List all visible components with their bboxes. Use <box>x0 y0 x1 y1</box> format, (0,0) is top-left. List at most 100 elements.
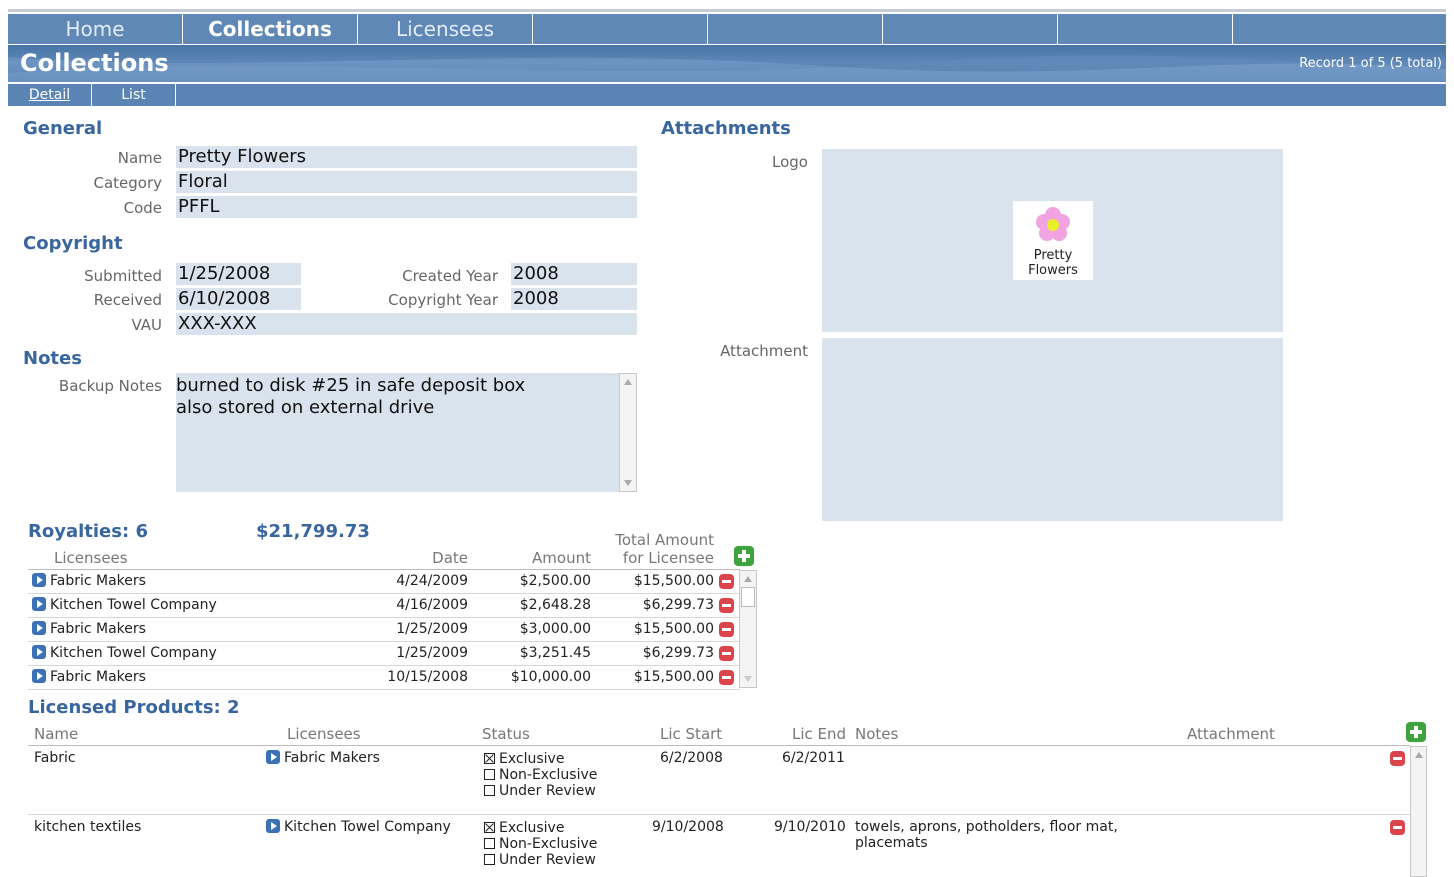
product-licensee-cell[interactable]: Kitchen Towel Company <box>266 819 451 835</box>
delete-royalty-button[interactable] <box>719 598 734 617</box>
notes-scrollbar[interactable] <box>619 373 637 492</box>
royalty-licensee-cell[interactable]: Fabric Makers <box>32 669 146 685</box>
status-non-exclusive[interactable]: Non-Exclusive <box>484 767 597 783</box>
plus-icon <box>734 546 754 566</box>
scroll-thumb[interactable] <box>741 587 755 607</box>
go-to-icon[interactable] <box>32 669 46 683</box>
backup-notes-line-1: burned to disk #25 in safe deposit box <box>176 375 526 396</box>
scroll-down-icon[interactable] <box>624 480 632 486</box>
scroll-down-icon[interactable] <box>744 676 752 682</box>
go-to-icon[interactable] <box>32 597 46 611</box>
page-title: Collections <box>20 49 169 77</box>
delete-royalty-button[interactable] <box>719 646 734 665</box>
subtab-list[interactable]: List <box>92 84 176 106</box>
royalty-amount-cell: $3,251.45 <box>519 645 591 661</box>
tab-empty-7[interactable] <box>1058 14 1233 44</box>
backup-notes-textarea[interactable]: burned to disk #25 in safe deposit box a… <box>176 373 637 492</box>
products-col-notes: Notes <box>855 725 899 743</box>
add-royalty-button[interactable] <box>734 546 754 570</box>
subtab-detail[interactable]: Detail <box>8 84 92 106</box>
submitted-label: Submitted <box>84 267 162 285</box>
attachments-header: Attachments <box>661 118 791 139</box>
products-col-name: Name <box>34 725 79 743</box>
checkbox-icon[interactable] <box>484 785 495 796</box>
tab-collections[interactable]: Collections <box>183 14 358 44</box>
table-row: Fabric Makers 1/25/2009 $3,000.00 $15,50… <box>28 618 740 642</box>
code-label: Code <box>123 199 162 217</box>
logo-text-2: Flowers <box>1028 263 1078 278</box>
table-row: Kitchen Towel Company 4/16/2009 $2,648.2… <box>28 594 740 618</box>
product-licensee-cell[interactable]: Fabric Makers <box>266 750 380 766</box>
status-non-exclusive[interactable]: Non-Exclusive <box>484 836 597 852</box>
main-tab-bar: Home Collections Licensees <box>8 14 1446 44</box>
go-to-icon[interactable] <box>32 621 46 635</box>
licensed-products-title: Licensed Products: 2 <box>28 697 240 718</box>
delete-royalty-button[interactable] <box>719 622 734 641</box>
delete-royalty-button[interactable] <box>719 670 734 689</box>
attachment-container[interactable] <box>822 338 1283 521</box>
status-under-review[interactable]: Under Review <box>484 783 597 799</box>
checkbox-icon[interactable] <box>484 838 495 849</box>
royalty-licensee-cell[interactable]: Fabric Makers <box>32 621 146 637</box>
tab-empty-5[interactable] <box>708 14 883 44</box>
tab-home[interactable]: Home <box>8 14 183 44</box>
delete-product-button[interactable] <box>1390 820 1405 839</box>
product-lic-start-cell: 9/10/2008 <box>652 819 724 835</box>
royalty-total-cell: $15,500.00 <box>633 573 714 589</box>
royalty-licensee-cell[interactable]: Kitchen Towel Company <box>32 645 217 661</box>
go-to-icon[interactable] <box>32 573 46 587</box>
checkbox-checked-icon[interactable] <box>484 753 495 764</box>
minus-icon <box>1390 820 1405 835</box>
scroll-up-icon[interactable] <box>624 379 632 385</box>
code-field[interactable]: PFFL <box>176 196 637 218</box>
vau-field[interactable]: XXX-XXX <box>176 313 637 335</box>
table-row: Fabric Makers 10/15/2008 $10,000.00 $15,… <box>28 666 740 690</box>
tab-licensees[interactable]: Licensees <box>358 14 533 44</box>
general-header: General <box>23 118 103 139</box>
checkbox-icon[interactable] <box>484 854 495 865</box>
go-to-icon[interactable] <box>266 819 280 833</box>
submitted-field[interactable]: 1/25/2008 <box>176 263 301 285</box>
created-year-field[interactable]: 2008 <box>511 263 637 285</box>
copyright-header: Copyright <box>23 233 123 254</box>
products-col-licensees: Licensees <box>287 725 361 743</box>
minus-icon <box>719 598 734 613</box>
category-field[interactable]: Floral <box>176 171 637 193</box>
tab-empty-8[interactable] <box>1233 14 1446 44</box>
product-status-group: Exclusive Non-Exclusive Under Review <box>484 751 597 799</box>
product-status-group: Exclusive Non-Exclusive Under Review <box>484 820 597 868</box>
scroll-up-icon[interactable] <box>744 576 752 582</box>
product-lic-end-cell: 9/10/2010 <box>774 819 846 835</box>
royalties-scrollbar[interactable] <box>739 570 757 688</box>
name-field[interactable]: Pretty Flowers <box>176 146 637 168</box>
attachment-label: Attachment <box>720 342 808 360</box>
status-under-review[interactable]: Under Review <box>484 852 597 868</box>
status-exclusive[interactable]: Exclusive <box>484 751 597 767</box>
checkbox-icon[interactable] <box>484 769 495 780</box>
delete-royalty-button[interactable] <box>719 574 734 593</box>
tab-empty-6[interactable] <box>883 14 1058 44</box>
status-exclusive[interactable]: Exclusive <box>484 820 597 836</box>
tab-empty-4[interactable] <box>533 14 708 44</box>
royalties-col-licensees: Licensees <box>54 549 128 567</box>
checkbox-checked-icon[interactable] <box>484 822 495 833</box>
minus-icon <box>719 574 734 589</box>
go-to-icon[interactable] <box>32 645 46 659</box>
royalty-licensee-cell[interactable]: Kitchen Towel Company <box>32 597 217 613</box>
royalty-licensee-cell[interactable]: Fabric Makers <box>32 573 146 589</box>
wave-decoration <box>8 45 1446 82</box>
delete-product-button[interactable] <box>1390 751 1405 770</box>
minus-icon <box>719 670 734 685</box>
products-scrollbar[interactable] <box>1410 746 1427 877</box>
category-label: Category <box>93 174 162 192</box>
logo-container[interactable]: Pretty Flowers <box>822 149 1283 332</box>
royalties-col-amount: Amount <box>532 549 591 567</box>
product-lic-end-cell: 6/2/2011 <box>782 750 845 766</box>
product-name-cell: kitchen textiles <box>34 819 142 835</box>
royalty-total-cell: $15,500.00 <box>633 621 714 637</box>
add-product-button[interactable] <box>1406 722 1426 746</box>
copyright-year-field[interactable]: 2008 <box>511 288 637 310</box>
scroll-up-icon[interactable] <box>1415 752 1423 758</box>
go-to-icon[interactable] <box>266 750 280 764</box>
received-field[interactable]: 6/10/2008 <box>176 288 301 310</box>
